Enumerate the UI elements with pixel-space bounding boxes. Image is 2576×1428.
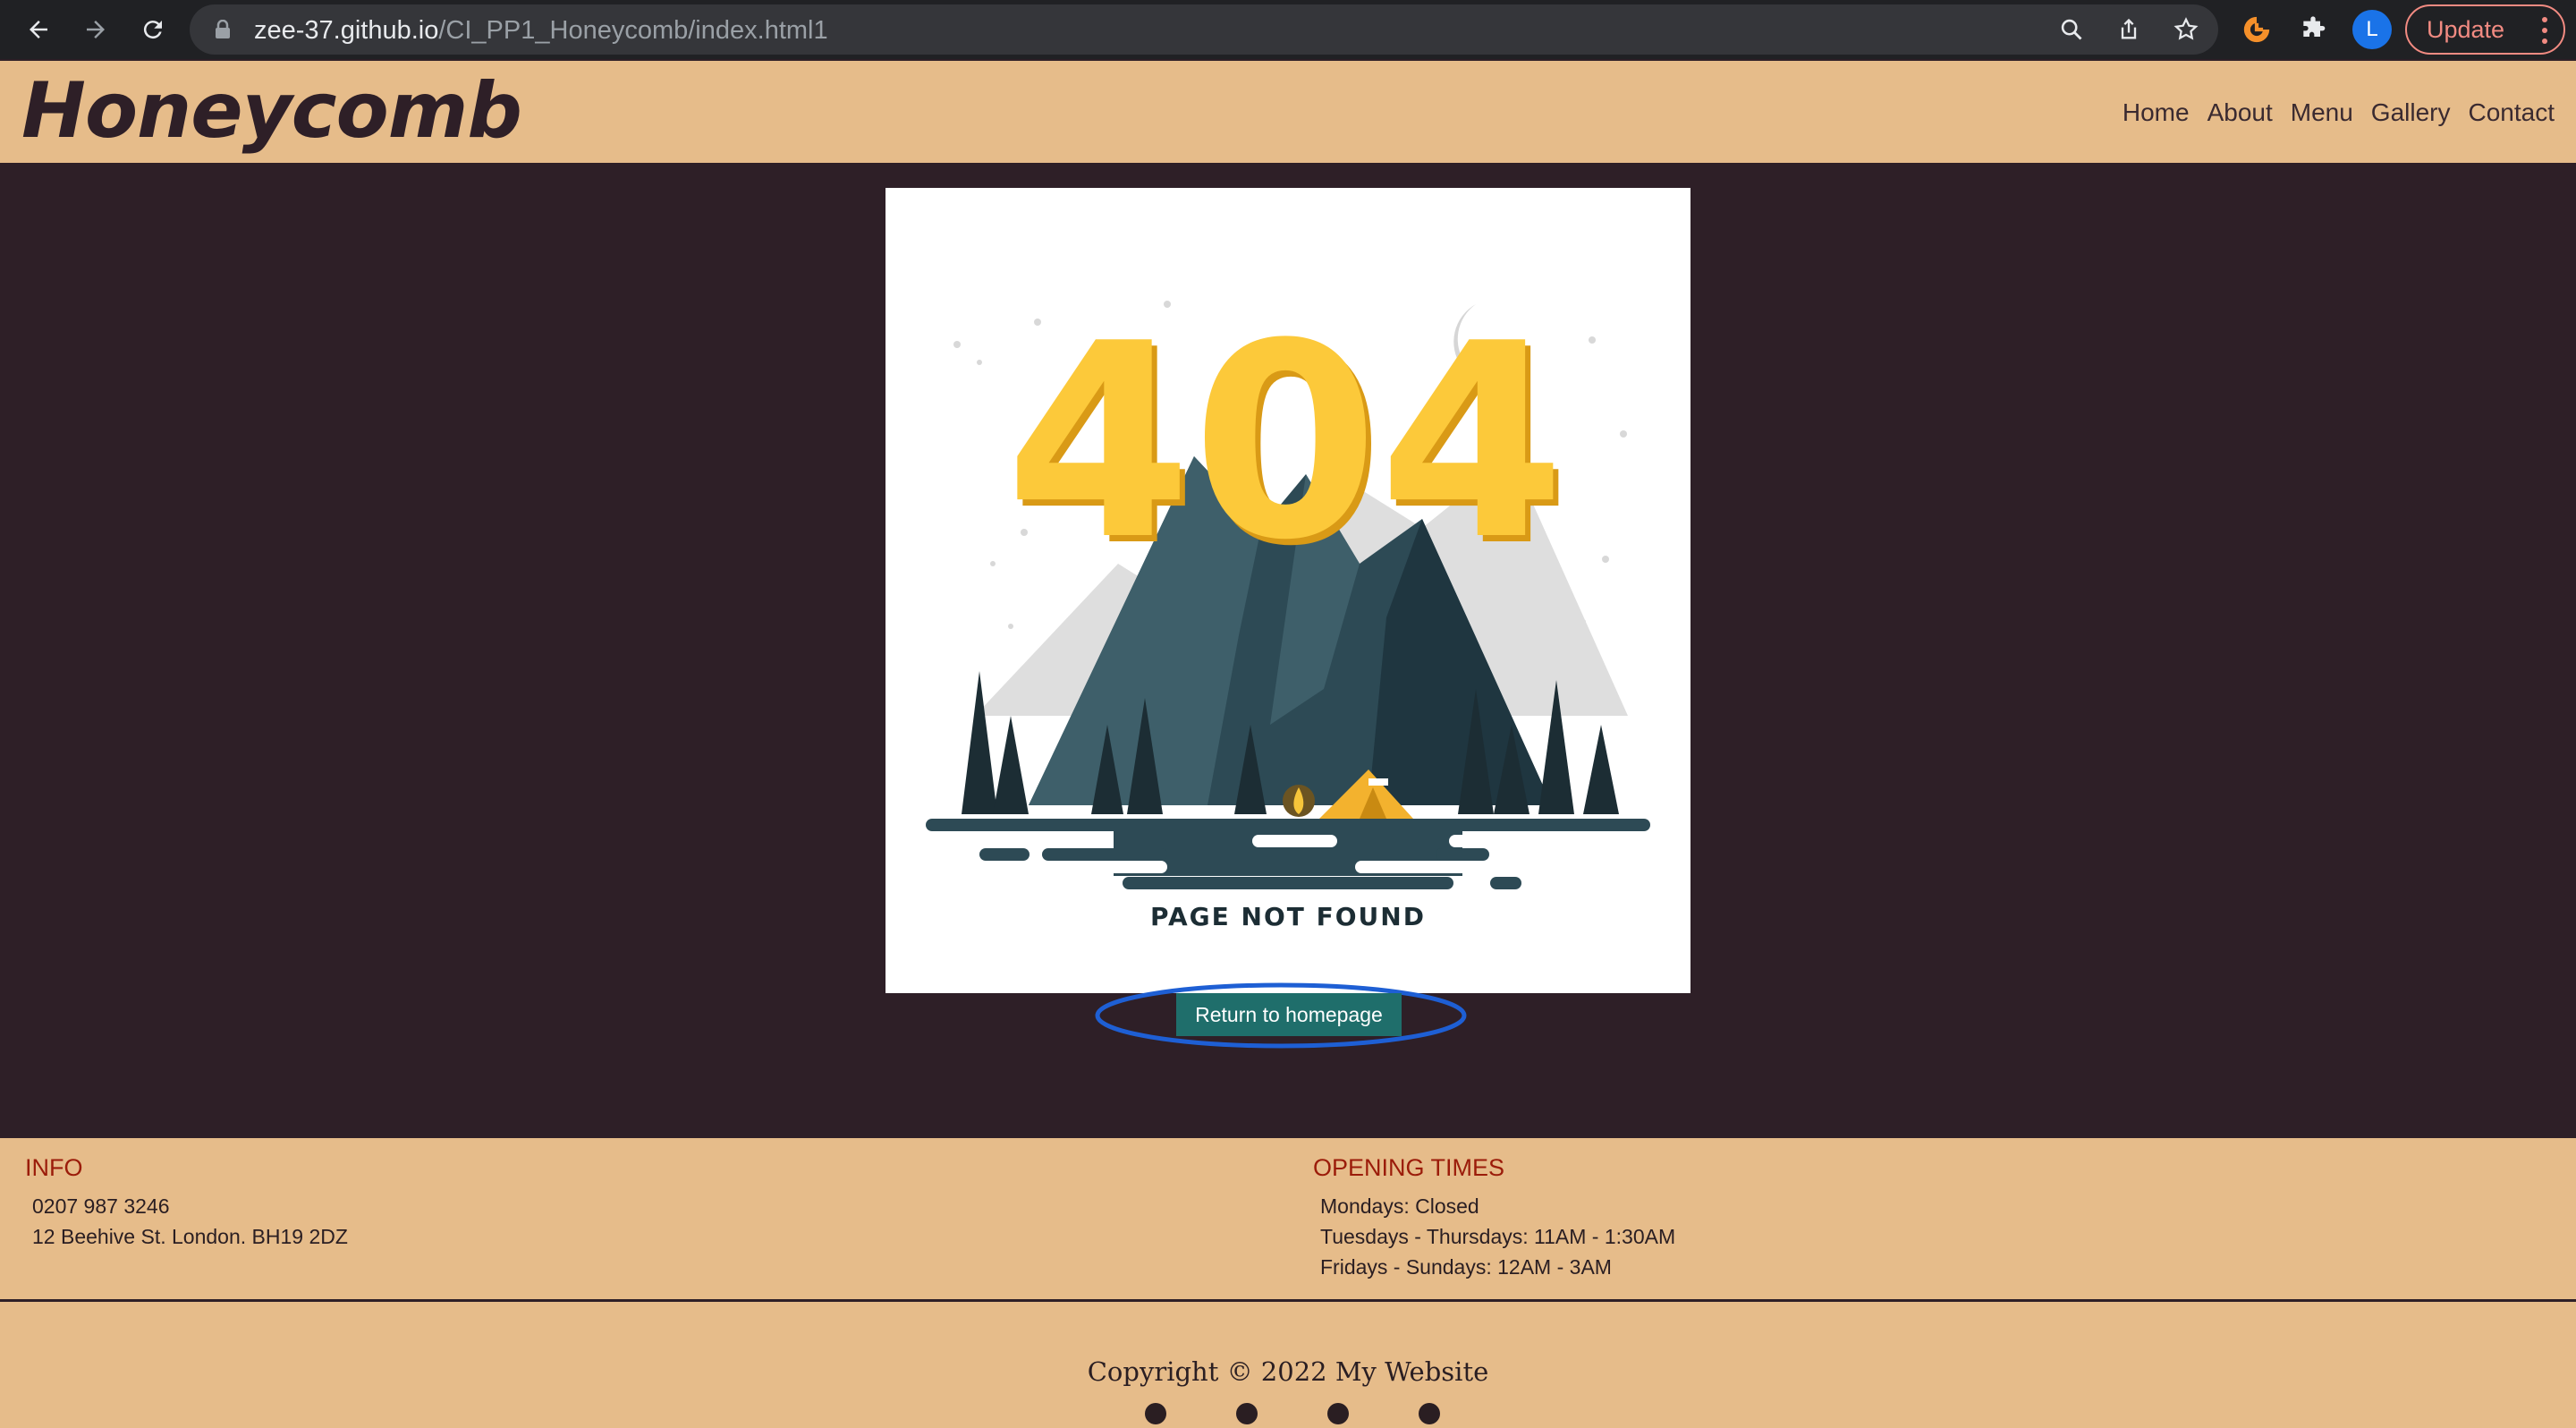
browser-toolbar: zee-37.github.io/CI_PP1_Honeycomb/index.… xyxy=(0,0,2576,59)
share-button[interactable] xyxy=(2111,13,2147,46)
magnifier-icon xyxy=(2061,19,2082,40)
orange-extension-icon xyxy=(2243,16,2270,43)
footer-info: INFO 0207 987 3246 12 Beehive St. London… xyxy=(25,1154,348,1252)
back-button[interactable] xyxy=(18,9,59,50)
nav-home[interactable]: Home xyxy=(2123,98,2190,127)
forward-button[interactable] xyxy=(75,9,116,50)
nav-about[interactable]: About xyxy=(2207,98,2273,127)
puzzle-icon xyxy=(2303,16,2326,37)
back-arrow-icon xyxy=(30,21,47,38)
info-heading: INFO xyxy=(25,1154,83,1181)
update-button[interactable]: Update xyxy=(2405,4,2565,55)
info-address: 12 Beehive St. London. BH19 2DZ xyxy=(32,1225,348,1248)
404-illustration: 404 404 PAGE NOT FOUND xyxy=(886,188,1690,993)
zoom-button[interactable] xyxy=(2054,13,2089,46)
forward-arrow-icon xyxy=(87,21,105,38)
twitter-icon[interactable] xyxy=(1236,1403,1258,1424)
bookmark-button[interactable] xyxy=(2168,13,2204,46)
update-label: Update xyxy=(2427,15,2505,43)
extensions-menu-button[interactable] xyxy=(2292,9,2334,50)
lock-icon xyxy=(216,20,230,38)
error-message: PAGE NOT FOUND xyxy=(1150,902,1426,931)
more-menu-icon xyxy=(2542,17,2547,44)
extension-button[interactable] xyxy=(2236,9,2277,50)
main-nav: Home About Menu Gallery Contact xyxy=(2123,98,2555,127)
opening-times-heading: OPENING TIMES xyxy=(1313,1154,1505,1181)
url-text: zee-37.github.io/CI_PP1_Honeycomb/index.… xyxy=(254,16,828,46)
nav-menu[interactable]: Menu xyxy=(2291,98,2353,127)
footer-divider xyxy=(0,1299,2576,1302)
opening-times-line: Fridays - Sundays: 12AM - 3AM xyxy=(1320,1255,1612,1279)
return-button-wrapper: Return to homepage xyxy=(1094,981,1468,1050)
address-bar[interactable]: zee-37.github.io/CI_PP1_Honeycomb/index.… xyxy=(190,4,2218,55)
pinterest-icon[interactable] xyxy=(1419,1403,1440,1424)
nav-contact[interactable]: Contact xyxy=(2469,98,2555,127)
star-icon xyxy=(2174,17,2199,40)
profile-avatar[interactable]: L xyxy=(2352,10,2392,49)
social-links xyxy=(1145,1403,1440,1424)
error-code: 404 xyxy=(1005,286,1565,599)
facebook-icon[interactable] xyxy=(1145,1403,1166,1424)
opening-times-line: Tuesdays - Thursdays: 11AM - 1:30AM xyxy=(1320,1225,1676,1248)
site-footer: INFO 0207 987 3246 12 Beehive St. London… xyxy=(0,1138,2576,1428)
return-to-homepage-button[interactable]: Return to homepage xyxy=(1176,993,1402,1036)
brand-logo[interactable]: Honeycomb xyxy=(21,66,522,156)
reload-icon xyxy=(143,21,162,39)
reload-button[interactable] xyxy=(132,9,174,50)
mountain-camp-404-image: 404 404 PAGE NOT FOUND xyxy=(926,286,1650,931)
nav-gallery[interactable]: Gallery xyxy=(2371,98,2451,127)
opening-times-line: Mondays: Closed xyxy=(1320,1194,1479,1218)
footer-opening-times: OPENING TIMES Mondays: Closed Tuesdays -… xyxy=(1313,1154,1675,1282)
info-phone: 0207 987 3246 xyxy=(32,1194,170,1218)
url-path: /CI_PP1_Honeycomb/index.html1 xyxy=(438,16,828,45)
share-icon xyxy=(2121,18,2137,39)
instagram-icon[interactable] xyxy=(1327,1403,1349,1424)
copyright: Copyright © 2022 My Website xyxy=(1087,1356,1489,1387)
url-host: zee-37.github.io xyxy=(254,16,439,45)
site-header: Honeycomb Home About Menu Gallery Contac… xyxy=(0,61,2576,163)
